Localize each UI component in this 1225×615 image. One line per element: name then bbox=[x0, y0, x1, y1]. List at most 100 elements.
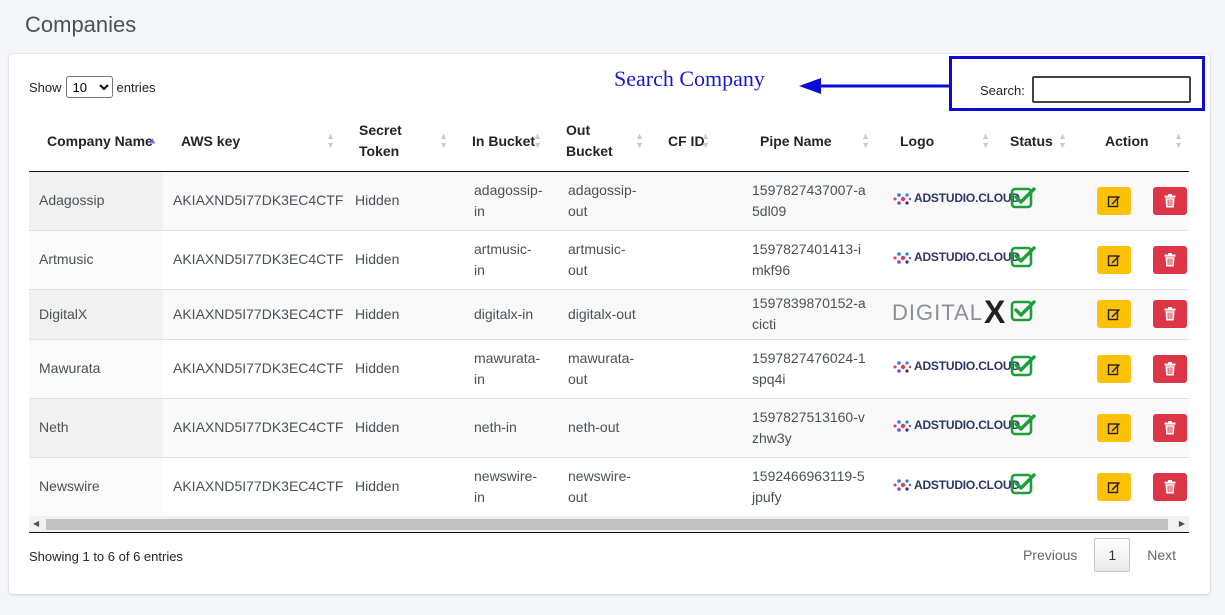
page-button-current[interactable]: 1 bbox=[1094, 538, 1131, 572]
cell-pipe-name: 1592466963119-5jpufy bbox=[716, 456, 876, 516]
edit-button[interactable] bbox=[1097, 245, 1131, 274]
delete-button[interactable] bbox=[1153, 413, 1187, 442]
col-header-status[interactable]: Status ▲ ▼ bbox=[996, 112, 1073, 172]
show-label: Show bbox=[29, 79, 62, 95]
cell-pipe-name: 1597827401413-imkf96 bbox=[716, 229, 876, 289]
delete-button[interactable] bbox=[1153, 472, 1187, 501]
sort-icon: ▲ ▼ bbox=[1174, 131, 1183, 151]
edit-button[interactable] bbox=[1097, 354, 1131, 383]
cell-logo: DIGITALXDIGITALX bbox=[876, 288, 1005, 339]
col-header-action[interactable]: Action ▲ ▼ bbox=[1073, 112, 1189, 172]
check-square-icon bbox=[1010, 413, 1036, 435]
table-row: Artmusic AKIAXND5I77DK3EC4CTF Hidden artmus… bbox=[29, 229, 1189, 289]
cell-company-name: Adagossip bbox=[29, 170, 163, 230]
companies-table: Company Name ▲ AWS key ▲ ▼ Secret Token ▲ ▼ I… bbox=[29, 112, 1189, 516]
col-header-aws-key[interactable]: AWS key ▲ ▼ bbox=[163, 112, 341, 172]
logo-text: ADSTUDIO.CLOUD bbox=[914, 477, 1020, 492]
cell-aws-key: AKIAXND5I77DK3EC4CTF bbox=[163, 170, 343, 230]
sort-icon: ▲ ▼ bbox=[1058, 131, 1067, 151]
cell-logo: ADSTUDIO.CLOUD bbox=[876, 170, 1020, 230]
edit-button[interactable] bbox=[1097, 186, 1131, 215]
check-square-icon bbox=[1010, 245, 1036, 267]
companies-card: Show 10 entries Search Company Search: C… bbox=[9, 54, 1210, 594]
cell-in-bucket: digitalx-in bbox=[454, 288, 548, 339]
horizontal-scrollbar[interactable]: ◀ ▶ bbox=[29, 516, 1189, 533]
cell-out-bucket: adagossip-out bbox=[548, 170, 650, 230]
scrollbar-thumb[interactable] bbox=[46, 519, 1168, 530]
col-header-secret-token[interactable]: Secret Token ▲ ▼ bbox=[341, 112, 454, 172]
cell-company-name: Artmusic bbox=[29, 229, 163, 289]
cell-in-bucket: newswire-in bbox=[454, 456, 548, 516]
adstudio-logo-mark-icon bbox=[893, 419, 912, 432]
company-logo: DIGITALXDIGITALX bbox=[892, 294, 1006, 330]
cell-out-bucket: artmusic-out bbox=[548, 229, 650, 289]
edit-button[interactable] bbox=[1097, 413, 1131, 442]
cell-aws-key: AKIAXND5I77DK3EC4CTF bbox=[163, 229, 343, 289]
col-header-cf-id[interactable]: CF ID ▲ ▼ bbox=[650, 112, 716, 172]
cell-aws-key: AKIAXND5I77DK3EC4CTF bbox=[163, 397, 343, 457]
logo-text: ADSTUDIO.CLOUD bbox=[914, 250, 1020, 265]
col-header-in-bucket[interactable]: In Bucket ▲ ▼ bbox=[454, 112, 548, 172]
sort-asc-icon: ▲ bbox=[148, 135, 157, 146]
company-logo: ADSTUDIO.CLOUD bbox=[892, 356, 1020, 377]
entries-select[interactable]: 10 bbox=[65, 76, 113, 98]
page-title: Companies bbox=[25, 12, 137, 37]
col-header-pipe-name[interactable]: Pipe Name ▲ ▼ bbox=[716, 112, 876, 172]
next-button[interactable]: Next bbox=[1133, 539, 1190, 571]
sort-icon: ▲ ▼ bbox=[861, 131, 870, 151]
entries-label: entries bbox=[116, 79, 156, 95]
edit-button[interactable] bbox=[1097, 472, 1131, 501]
edit-icon bbox=[1107, 195, 1120, 207]
cell-out-bucket: newswire-out bbox=[548, 456, 650, 516]
col-header-out-bucket[interactable]: Out Bucket ▲ ▼ bbox=[548, 112, 650, 172]
logo-text: ADSTUDIO.CLOUD bbox=[914, 191, 1020, 206]
table-row: Adagossip AKIAXND5I77DK3EC4CTF Hidden adago… bbox=[29, 170, 1189, 230]
edit-icon bbox=[1107, 481, 1120, 493]
cell-company-name: Neth bbox=[29, 397, 163, 457]
company-logo: ADSTUDIO.CLOUD bbox=[892, 247, 1020, 268]
sort-icon: ▲ ▼ bbox=[981, 131, 990, 151]
delete-button[interactable] bbox=[1153, 300, 1187, 328]
scroll-right-icon[interactable]: ▶ bbox=[1179, 519, 1185, 528]
search-input[interactable] bbox=[1032, 76, 1191, 103]
cell-out-bucket: neth-out bbox=[548, 397, 650, 457]
search-label: Search: bbox=[980, 83, 1025, 98]
col-header-logo[interactable]: Logo ▲ ▼ bbox=[876, 112, 996, 172]
sort-icon: ▲ ▼ bbox=[635, 131, 644, 151]
edit-icon bbox=[1107, 309, 1120, 321]
cell-cf-id bbox=[650, 338, 716, 398]
cell-aws-key: AKIAXND5I77DK3EC4CTF bbox=[163, 338, 343, 398]
adstudio-logo-mark-icon bbox=[893, 251, 912, 264]
previous-button[interactable]: Previous bbox=[1009, 539, 1091, 571]
cell-cf-id bbox=[650, 456, 716, 516]
annotation-arrow-icon bbox=[799, 78, 949, 94]
cell-pipe-name: 1597827476024-1spq4i bbox=[716, 338, 876, 398]
cell-status bbox=[996, 288, 1073, 339]
cell-action bbox=[1073, 397, 1189, 457]
cell-secret-token: Hidden bbox=[341, 288, 454, 339]
trash-icon bbox=[1164, 420, 1176, 434]
check-square-icon bbox=[1010, 354, 1036, 376]
table-row: Mawurata AKIAXND5I77DK3EC4CTF Hidden mawura… bbox=[29, 338, 1189, 398]
delete-button[interactable] bbox=[1153, 245, 1187, 274]
cell-secret-token: Hidden bbox=[341, 338, 454, 398]
cell-company-name: DigitalX bbox=[29, 288, 163, 339]
delete-button[interactable] bbox=[1153, 354, 1187, 383]
sort-icon: ▲ ▼ bbox=[439, 131, 448, 151]
table-row: Newswire AKIAXND5I77DK3EC4CTF Hidden newswi… bbox=[29, 456, 1189, 516]
cell-in-bucket: mawurata-in bbox=[454, 338, 548, 398]
sort-icon: ▲ ▼ bbox=[326, 131, 335, 151]
cell-out-bucket: mawurata-out bbox=[548, 338, 650, 398]
cell-action bbox=[1073, 456, 1189, 516]
trash-icon bbox=[1164, 479, 1176, 494]
col-header-company-name[interactable]: Company Name ▲ bbox=[29, 112, 163, 172]
cell-in-bucket: neth-in bbox=[454, 397, 548, 457]
cell-aws-key: AKIAXND5I77DK3EC4CTF bbox=[163, 288, 343, 339]
scroll-left-icon[interactable]: ◀ bbox=[33, 519, 39, 528]
cell-logo: ADSTUDIO.CLOUD bbox=[876, 397, 1020, 457]
delete-button[interactable] bbox=[1153, 186, 1187, 215]
edit-button[interactable] bbox=[1097, 300, 1131, 328]
company-logo: ADSTUDIO.CLOUD bbox=[892, 188, 1020, 209]
sort-icon: ▲ ▼ bbox=[533, 131, 542, 151]
cell-action bbox=[1073, 229, 1189, 289]
